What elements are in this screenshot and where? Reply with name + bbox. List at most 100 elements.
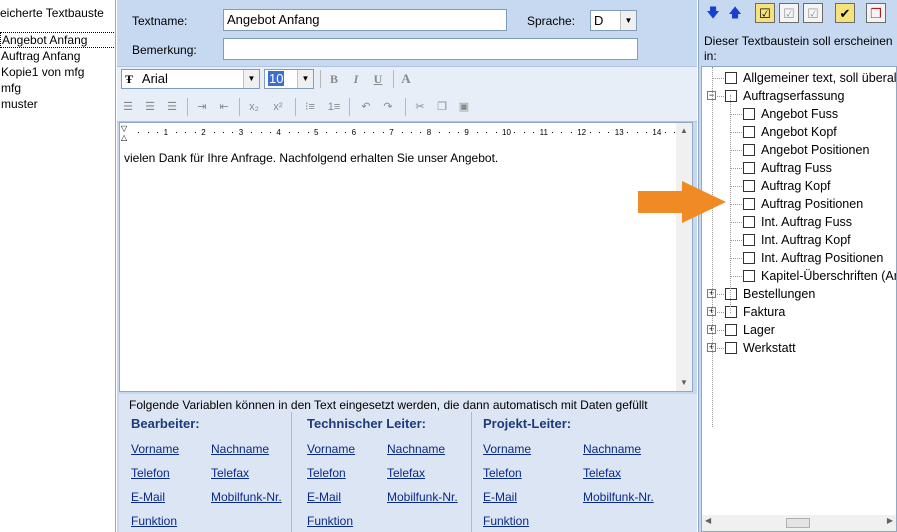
underline-button[interactable]: U <box>369 70 387 88</box>
paste-icon[interactable]: ▣ <box>455 98 473 116</box>
tree-item[interactable]: Auftragserfassung <box>725 87 844 105</box>
scroll-right-icon[interactable]: ▶ <box>887 516 893 525</box>
checkbox[interactable] <box>725 72 737 84</box>
chevron-down-icon[interactable]: ▼ <box>297 70 313 88</box>
font-color-button[interactable]: A <box>397 70 415 88</box>
checkbox[interactable] <box>743 234 755 246</box>
redo-icon[interactable]: ↷ <box>379 98 397 116</box>
tree-item[interactable]: Allgemeiner text, soll überal <box>725 69 896 87</box>
list-item[interactable]: muster <box>0 96 115 112</box>
checkbox[interactable] <box>743 180 755 192</box>
variable-link[interactable]: Vorname <box>131 442 179 456</box>
move-down-icon[interactable]: 🡇 <box>703 3 723 23</box>
scroll-thumb[interactable] <box>786 518 810 528</box>
variable-link[interactable]: Telefon <box>307 466 346 480</box>
italic-button[interactable]: I <box>347 70 365 88</box>
variable-link[interactable]: E-Mail <box>307 490 341 504</box>
variable-link[interactable]: Telefon <box>483 466 522 480</box>
text-editor[interactable]: 1 2 3 4 5 6 7 8 9 10 11 12 13 14 ▽ △ vielen Dank für Ih… <box>119 122 693 392</box>
variable-link[interactable]: Telefax <box>211 466 249 480</box>
editor-text[interactable]: vielen Dank für Ihre Anfrage. Nachfolgen… <box>124 151 498 165</box>
toggle-check-icon[interactable]: ☑ <box>803 3 823 23</box>
list-item[interactable]: Auftrag Anfang <box>0 48 115 64</box>
scroll-down-icon[interactable]: ▼ <box>676 375 692 391</box>
font-size-select[interactable]: 10 ▼ <box>264 69 314 89</box>
language-select[interactable]: D ▼ <box>590 10 637 31</box>
copy-pages-icon[interactable]: ❐ <box>866 3 886 23</box>
tree-item[interactable]: Kapitel-Überschriften (An <box>743 267 896 285</box>
variable-link[interactable]: Funktion <box>483 514 529 528</box>
variable-link[interactable]: Telefax <box>387 466 425 480</box>
tree-item[interactable]: Werkstatt <box>725 339 796 357</box>
variable-link[interactable]: E-Mail <box>131 490 165 504</box>
scroll-up-icon[interactable]: ▲ <box>676 123 692 139</box>
variable-link[interactable]: Vorname <box>483 442 531 456</box>
move-up-icon[interactable]: 🡅 <box>725 3 745 23</box>
bullet-list-icon[interactable]: ⁝≡ <box>301 98 319 116</box>
indent-marker-icon[interactable]: △ <box>121 134 127 142</box>
checkbox[interactable] <box>743 126 755 138</box>
tree-item[interactable]: Angebot Kopf <box>743 123 837 141</box>
tree-item[interactable]: Int. Auftrag Positionen <box>743 249 883 267</box>
undo-icon[interactable]: ↶ <box>357 98 375 116</box>
indent-marker-icon[interactable]: ▽ <box>121 125 127 133</box>
checkbox[interactable] <box>725 306 737 318</box>
chevron-down-icon[interactable]: ▼ <box>620 11 636 30</box>
variable-link[interactable]: Nachname <box>211 442 269 456</box>
checkbox[interactable] <box>743 108 755 120</box>
horizontal-scrollbar[interactable]: ◀ ▶ <box>702 515 896 531</box>
checkbox[interactable] <box>743 198 755 210</box>
variable-link[interactable]: Nachname <box>583 442 641 456</box>
align-right-icon[interactable]: ☰ <box>163 98 181 116</box>
tree-item[interactable]: Angebot Fuss <box>743 105 838 123</box>
align-center-icon[interactable]: ☰ <box>141 98 159 116</box>
checkbox[interactable] <box>743 252 755 264</box>
checkbox[interactable] <box>725 288 737 300</box>
scroll-left-icon[interactable]: ◀ <box>705 516 711 525</box>
checkbox[interactable] <box>743 144 755 156</box>
numbered-list-icon[interactable]: 1≡ <box>325 98 343 116</box>
variable-link[interactable]: Vorname <box>307 442 355 456</box>
checklist-icon[interactable]: ✔ <box>835 3 855 23</box>
superscript-icon[interactable]: x² <box>269 98 287 116</box>
checkbox[interactable] <box>743 216 755 228</box>
tree-item[interactable]: Auftrag Kopf <box>743 177 831 195</box>
variable-link[interactable]: Funktion <box>307 514 353 528</box>
align-left-icon[interactable]: ☰ <box>119 98 137 116</box>
checkbox[interactable] <box>725 342 737 354</box>
tree-item[interactable]: Bestellungen <box>725 285 815 303</box>
checkbox[interactable] <box>743 270 755 282</box>
vertical-scrollbar[interactable]: ▲ ▼ <box>676 123 692 391</box>
check-none-icon[interactable]: ☑ <box>779 3 799 23</box>
tree-item[interactable]: Faktura <box>725 303 785 321</box>
list-item[interactable]: Angebot Anfang <box>0 32 115 48</box>
tree-item[interactable]: Auftrag Fuss <box>743 159 832 177</box>
variable-link[interactable]: Nachname <box>387 442 445 456</box>
cut-icon[interactable]: ✂ <box>411 98 429 116</box>
tree-item[interactable]: Int. Auftrag Kopf <box>743 231 851 249</box>
tree-item[interactable]: Angebot Positionen <box>743 141 869 159</box>
remark-input[interactable] <box>223 38 638 60</box>
checkbox[interactable] <box>743 162 755 174</box>
checkbox[interactable] <box>725 90 737 102</box>
tree-item[interactable]: Lager <box>725 321 775 339</box>
variable-link[interactable]: Telefax <box>583 466 621 480</box>
list-item[interactable]: Kopie1 von mfg <box>0 64 115 80</box>
variable-link[interactable]: Mobilfunk-Nr. <box>387 490 458 504</box>
font-name-select[interactable]: Ŧ Arial ▼ <box>121 69 260 89</box>
variable-link[interactable]: Funktion <box>131 514 177 528</box>
variable-link[interactable]: E-Mail <box>483 490 517 504</box>
chevron-down-icon[interactable]: ▼ <box>243 70 259 88</box>
outdent-icon[interactable]: ⇤ <box>215 98 233 116</box>
copy-icon[interactable]: ❐ <box>433 98 451 116</box>
checkbox[interactable] <box>725 324 737 336</box>
variable-link[interactable]: Telefon <box>131 466 170 480</box>
variable-link[interactable]: Mobilfunk-Nr. <box>211 490 282 504</box>
tree-item[interactable]: Auftrag Positionen <box>743 195 863 213</box>
indent-icon[interactable]: ⇥ <box>193 98 211 116</box>
tree-item[interactable]: Int. Auftrag Fuss <box>743 213 852 231</box>
check-all-icon[interactable]: ☑ <box>755 3 775 23</box>
bold-button[interactable]: B <box>325 70 343 88</box>
subscript-icon[interactable]: x₂ <box>245 98 263 116</box>
list-item[interactable]: mfg <box>0 80 115 96</box>
